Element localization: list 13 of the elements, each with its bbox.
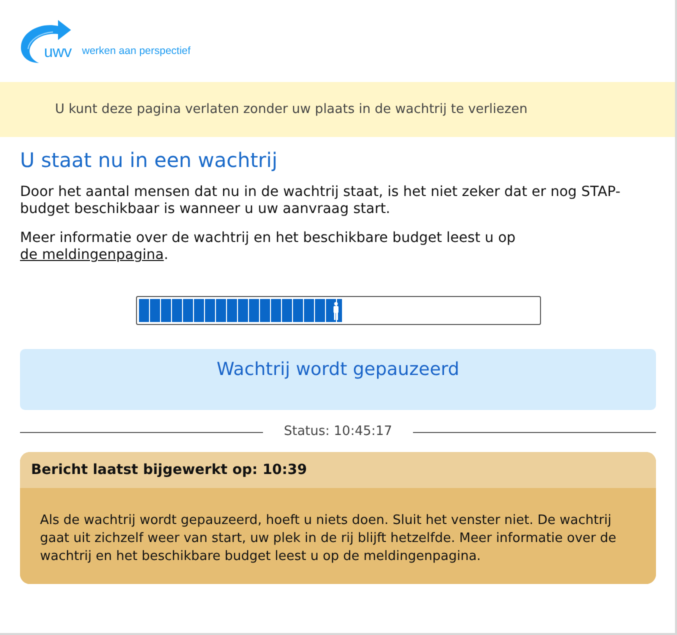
swoosh-arrow-icon (20, 20, 72, 64)
person-icon (332, 302, 339, 320)
logo-tagline: werken aan perspectief (82, 45, 191, 57)
notice-text: U kunt deze pagina verlaten zonder uw plaats in de wachtrij te verliezen (55, 102, 528, 117)
queue-state-text: Wachtrij wordt gepauzeerd (216, 359, 460, 381)
status-time: Status: 10:45:17 (282, 424, 394, 440)
info-paragraph: Door het aantal mensen dat nu in de wachtrij staat, is het niet zeker dat er nog STAP-budget beschikbaar is wanneer u uw aanvraag start. (20, 184, 622, 218)
logo-wordmark: uwv (44, 45, 72, 61)
message-body: Als de wachtrij wordt gepauzeerd, hoeft u niets doen. Sluit het venster niet. De wachtrij gaat uit zichzelf weer van start, uw plek in de rij blijft hetzelfde. Meer informatie over de wachtrij en het beschikbare budget leest u op de meldingenpagina. (40, 512, 618, 566)
message-title: Bericht laatst bijgewerkt op: 10:39 (31, 462, 308, 478)
notifications-link[interactable]: de meldingenpagina (20, 247, 164, 263)
page-title: U staat nu in een wachtrij (20, 148, 278, 172)
info-paragraph: Meer informatie over de wachtrij en het beschikbare budget leest u op de meldingenpagina. (20, 230, 517, 264)
